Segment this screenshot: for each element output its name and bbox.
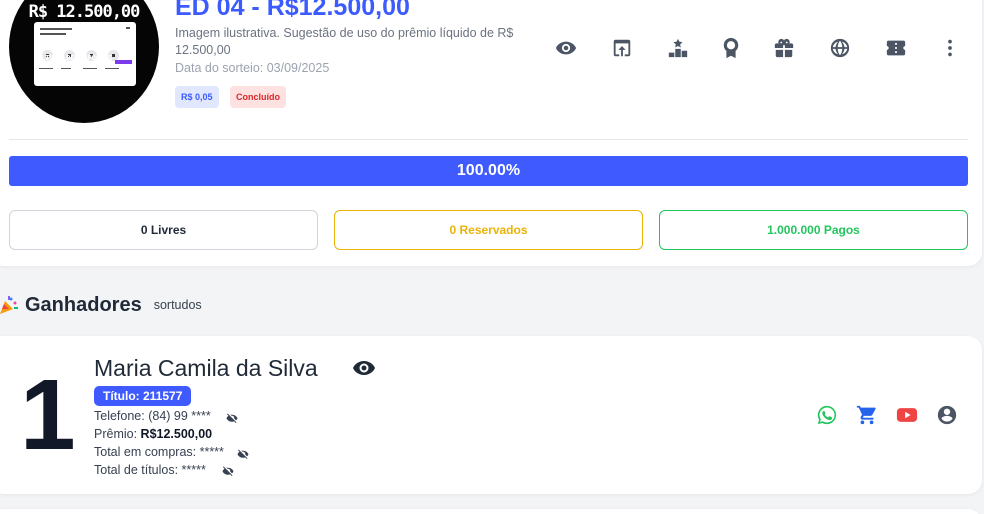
winner-rank: 1 bbox=[20, 359, 76, 471]
eye-off-icon[interactable] bbox=[226, 411, 238, 423]
youtube-icon[interactable] bbox=[896, 404, 918, 426]
share-icon[interactable] bbox=[610, 36, 634, 60]
prize-value: R$12.500,00 bbox=[140, 427, 213, 441]
thumbnail-price: R$ 12.500,00 bbox=[28, 2, 141, 22]
winners-header: Ganhadores sortudos bbox=[0, 292, 202, 318]
eye-icon[interactable] bbox=[352, 358, 376, 378]
status-badge: Concluído bbox=[230, 86, 286, 108]
divider bbox=[9, 139, 968, 140]
next-winner-card bbox=[0, 509, 982, 514]
price-badge: R$ 0,05 bbox=[175, 86, 219, 108]
thumbnail-footer: LIVRE DE IMPOSTOS bbox=[41, 54, 113, 62]
eye-icon[interactable] bbox=[554, 36, 578, 60]
user-icon[interactable] bbox=[936, 404, 958, 426]
winners-subtitle: sortudos bbox=[153, 298, 202, 312]
ticket-badge: Título: 211577 bbox=[94, 386, 192, 406]
confetti-icon bbox=[0, 296, 18, 314]
prize-label: Prêmio: bbox=[94, 427, 141, 441]
ball-icon[interactable] bbox=[828, 36, 852, 60]
winner-total-purchases: Total em compras: ***** bbox=[94, 445, 224, 459]
progress-bar: 100.00% bbox=[9, 156, 968, 186]
whatsapp-icon[interactable] bbox=[816, 404, 838, 426]
free-count-button[interactable]: 0 Livres bbox=[9, 210, 318, 250]
award-icon[interactable] bbox=[719, 36, 743, 60]
eye-off-icon[interactable] bbox=[237, 447, 249, 459]
cart-icon[interactable] bbox=[856, 404, 878, 426]
ticket-icon[interactable] bbox=[884, 36, 908, 60]
eye-off-icon[interactable] bbox=[222, 464, 234, 476]
winner-phone: Telefone: (84) 99 **** bbox=[94, 409, 211, 423]
winners-title: Ganhadores bbox=[25, 293, 142, 316]
gift-icon[interactable] bbox=[772, 36, 796, 60]
podium-icon[interactable] bbox=[666, 36, 690, 60]
progress-text: 100.00% bbox=[456, 162, 521, 179]
winner-total-tickets: Total de títulos: ***** bbox=[94, 463, 206, 477]
edition-title: ED 04 - R$12.500,00 bbox=[175, 0, 410, 21]
winner-prize: Prêmio: R$12.500,00 bbox=[94, 427, 212, 441]
reserved-count-button[interactable]: 0 Reservados bbox=[334, 210, 643, 250]
paid-count-button[interactable]: 1.000.000 Pagos bbox=[659, 210, 968, 250]
edition-description: Imagem ilustrativa. Sugestão de uso do p… bbox=[175, 26, 514, 57]
draw-date: Data do sorteio: 03/09/2025 bbox=[175, 61, 330, 75]
more-vertical-icon[interactable] bbox=[938, 36, 962, 60]
winner-name: Maria Camila da Silva bbox=[94, 355, 318, 381]
